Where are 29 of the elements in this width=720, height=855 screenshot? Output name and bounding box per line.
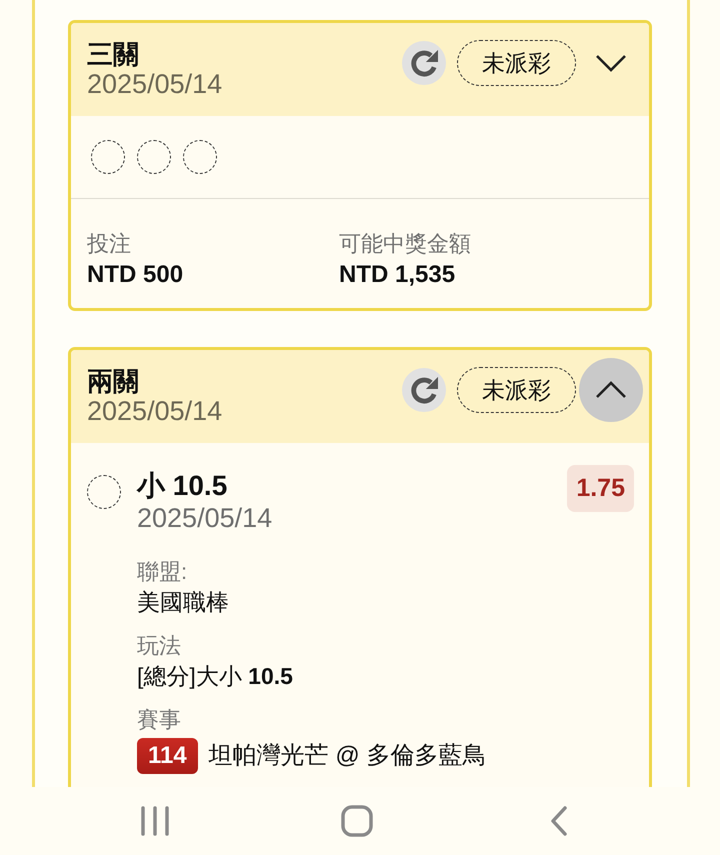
stake-label: 投注 <box>87 230 132 258</box>
selection-title: 小 10.5 <box>137 469 228 503</box>
back-icon[interactable] <box>550 806 568 836</box>
detail-value: [總分]大小 10.5 <box>137 662 294 691</box>
event-name: 坦帕灣光芒 @ 多倫多藍鳥 <box>208 741 486 771</box>
chevron-down-icon <box>595 54 627 72</box>
recent-apps-icon[interactable] <box>140 806 170 836</box>
detail-label: 玩法 <box>137 632 182 660</box>
home-icon[interactable] <box>341 805 373 837</box>
payout-amount: NTD 1,535 <box>339 260 456 290</box>
stake-amount: NTD 500 <box>87 260 184 290</box>
leg-date: 2025/05/14 <box>137 503 274 533</box>
detail-value: 美國職棒 <box>137 588 230 617</box>
refresh-button[interactable] <box>402 41 446 85</box>
refresh-icon <box>410 376 438 404</box>
bet-date: 2025/05/14 <box>87 69 222 99</box>
refresh-button[interactable] <box>402 368 446 412</box>
refresh-icon <box>410 49 438 77</box>
event-number-badge: 114 <box>137 738 198 774</box>
bet-title: 三關 <box>87 39 140 69</box>
status-badge: 未派彩 <box>457 367 576 413</box>
bet-title: 兩關 <box>87 366 140 396</box>
bet-date: 2025/05/14 <box>87 396 222 426</box>
detail-label: 賽事 <box>137 706 182 734</box>
chevron-up-icon <box>595 381 627 399</box>
payout-label: 可能中獎金額 <box>339 230 472 258</box>
odds-badge: 1.75 <box>567 465 634 512</box>
status-badge: 未派彩 <box>457 40 576 86</box>
detail-label: 聯盟: <box>137 558 188 586</box>
